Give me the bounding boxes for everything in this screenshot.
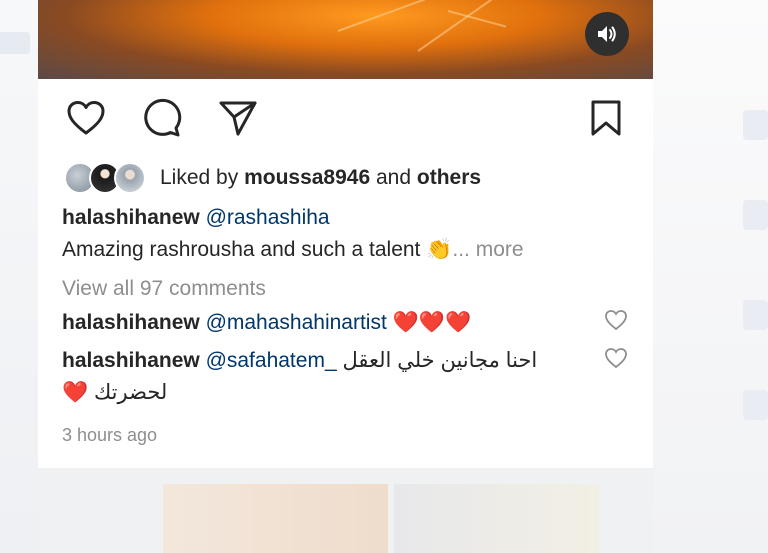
save-button[interactable]: [584, 96, 628, 140]
post-timestamp: 3 hours ago: [62, 425, 158, 445]
left-edge-tab: [0, 32, 30, 54]
next-post-thumbnail: [394, 484, 599, 553]
post-action-bar: [38, 96, 653, 140]
share-button[interactable]: [216, 96, 260, 140]
comment-username[interactable]: halashihanew: [62, 349, 200, 372]
comment-bubble-icon: [144, 98, 182, 137]
liked-by-prefix: Liked by: [160, 166, 239, 189]
caption-header: halashihanew @rashashiha: [62, 204, 330, 232]
liked-by-others-link[interactable]: others: [417, 166, 481, 189]
comment-row-continuation: لحضرتك ❤️: [62, 379, 167, 407]
caption-body: Amazing rashrousha and such a talent 👏..…: [62, 236, 524, 264]
post-video[interactable]: [38, 0, 653, 79]
liked-by-username[interactable]: moussa8946: [244, 166, 370, 189]
comment-text-line2: لحضرتك ❤️: [62, 381, 168, 404]
next-post-thumbnail: [163, 484, 388, 553]
comment-username[interactable]: halashihanew: [62, 311, 200, 334]
right-edge-blot: [743, 300, 768, 330]
left-background: [0, 0, 38, 553]
bookmark-icon: [591, 100, 621, 136]
like-button[interactable]: [64, 96, 108, 140]
comment-text: ❤️❤️❤️: [392, 311, 472, 334]
caption-mention[interactable]: @rashashiha: [206, 206, 330, 229]
comment-text: احنا مجانين خلي العقل: [342, 349, 538, 372]
heart-icon: [605, 310, 627, 331]
view-all-comments-link[interactable]: View all 97 comments: [62, 275, 266, 303]
right-edge-blot: [743, 390, 768, 420]
caption-more-link[interactable]: ... more: [452, 238, 523, 261]
sound-toggle-button[interactable]: [585, 12, 629, 56]
heart-icon: [67, 101, 105, 135]
right-edge-blot: [743, 110, 768, 140]
comment-mention[interactable]: @safahatem_: [206, 349, 337, 372]
comment-row: halashihanew @mahashahinartist ❤️❤️❤️: [62, 309, 471, 337]
comment-like-button[interactable]: [604, 347, 628, 371]
comment-mention[interactable]: @mahashahinartist: [206, 311, 387, 334]
comment-like-button[interactable]: [604, 309, 628, 333]
next-post-preview[interactable]: [38, 468, 653, 553]
right-background: [653, 0, 768, 553]
liked-by-text: Liked by moussa8946 and others: [160, 166, 481, 190]
liker-avatars: [64, 162, 146, 194]
paper-plane-icon: [219, 101, 257, 136]
caption-text: Amazing rashrousha and such a talent 👏: [62, 238, 453, 261]
avatar: [114, 162, 146, 194]
likes-summary[interactable]: Liked by moussa8946 and others: [64, 162, 481, 194]
speaker-icon: [598, 26, 616, 42]
post-card: Liked by moussa8946 and others halashiha…: [38, 0, 653, 468]
video-texture: [337, 0, 452, 32]
liked-by-and: and: [376, 166, 412, 189]
comment-button[interactable]: [140, 96, 184, 140]
heart-icon: [605, 348, 627, 369]
right-edge-blot: [743, 200, 768, 230]
comment-row: halashihanew @safahatem_ احنا مجانين خلي…: [62, 347, 537, 375]
caption-username[interactable]: halashihanew: [62, 206, 200, 229]
video-texture: [417, 0, 493, 52]
